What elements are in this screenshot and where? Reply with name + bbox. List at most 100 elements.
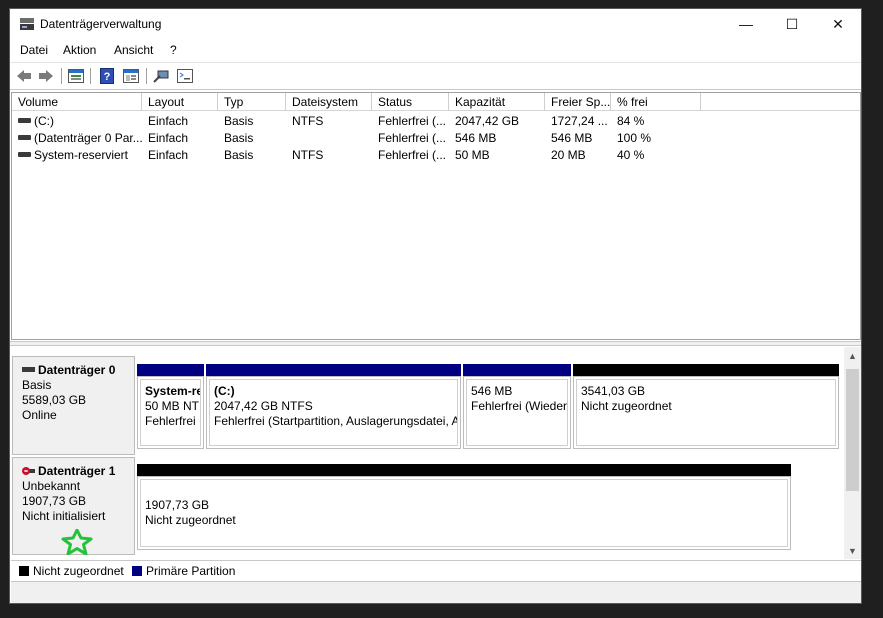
toolbar-separator — [90, 68, 91, 84]
close-button[interactable]: ✕ — [815, 9, 861, 39]
close-icon: ✕ — [832, 15, 844, 32]
volume-cell: (Datenträger 0 Par... — [12, 130, 142, 147]
prozent-frei-cell: 40 % — [617, 148, 645, 162]
connect-button[interactable] — [152, 68, 170, 84]
partition-status: Fehlerfrei (Startpartition, Auslagerungs… — [214, 414, 458, 428]
forward-icon — [39, 70, 53, 82]
disk-0-size: 5589,03 GB — [22, 393, 87, 407]
volume-cell: System-reserviert — [12, 147, 142, 164]
volume-cell: (C:) — [12, 113, 142, 130]
freier-speicher-cell: 20 MB — [551, 148, 586, 162]
column-header-volume[interactable]: Volume — [12, 93, 142, 111]
drive-icon — [18, 135, 31, 140]
typ-cell: Basis — [224, 114, 254, 128]
pane-splitter[interactable] — [10, 341, 861, 346]
disk-0-state: Online — [22, 408, 57, 422]
legend-swatch-primary — [132, 566, 142, 576]
volume-name: (Datenträger 0 Par... — [34, 131, 142, 145]
menu-aktion[interactable]: Aktion — [63, 43, 96, 57]
column-header-dateisystem[interactable]: Dateisystem — [286, 93, 372, 111]
partition-status: Fehlerfrei (Wiederl — [471, 399, 568, 413]
dateisystem-cell — [286, 130, 372, 147]
disk-1-name: Datenträger 1 — [38, 464, 116, 478]
scrollbar-thumb[interactable] — [846, 369, 859, 491]
status-cell: Fehlerfrei (... — [378, 114, 447, 128]
partition-status: Fehlerfrei — [145, 414, 196, 428]
partition-size: 1907,73 GB — [145, 498, 210, 512]
column-header-prozent-frei[interactable]: % frei — [611, 93, 701, 111]
menu-ansicht[interactable]: Ansicht — [114, 43, 153, 57]
disk-1-type: Unbekannt — [22, 479, 81, 493]
column-header-row: Volume Layout Typ Dateisystem Status Kap… — [12, 93, 860, 111]
back-button[interactable] — [15, 68, 33, 84]
table-row[interactable]: (C:) Einfach Basis NTFS Fehlerfrei (... … — [12, 113, 860, 130]
column-header-kapazitaet[interactable]: Kapazität — [449, 93, 545, 111]
properties-button[interactable] — [122, 68, 140, 84]
minimize-button[interactable]: — — [723, 9, 769, 39]
console-button[interactable] — [176, 68, 194, 84]
column-header-layout[interactable]: Layout — [142, 93, 218, 111]
freier-speicher-cell: 546 MB — [551, 131, 593, 145]
drive-icon — [18, 152, 31, 157]
title-bar: Datenträgerverwaltung — ☐ ✕ — [10, 9, 861, 39]
column-header-typ[interactable]: Typ — [218, 93, 286, 111]
disk-view-scrollbar[interactable]: ▲ ▼ — [844, 347, 861, 559]
disk-1-size: 1907,73 GB — [22, 494, 87, 508]
back-icon — [17, 70, 31, 82]
disk-list-button[interactable] — [67, 68, 85, 84]
partition-stripe-unallocated — [573, 364, 839, 376]
disk-0-label[interactable]: Datenträger 0 Basis 5589,03 GB Online — [12, 356, 135, 455]
disk-0-type: Basis — [22, 378, 52, 392]
scroll-up-icon[interactable]: ▲ — [844, 347, 861, 364]
legend-label-unallocated: Nicht zugeordnet — [33, 564, 124, 578]
disk-list-icon — [68, 69, 84, 83]
window-title: Datenträgerverwaltung — [40, 17, 162, 31]
partition-size: 546 MB — [471, 384, 513, 398]
help-button[interactable]: ? — [98, 68, 116, 84]
disk-1-label[interactable]: Datenträger 1 Unbekannt 1907,73 GB Nicht… — [12, 457, 135, 555]
column-header-freier-speicher[interactable]: Freier Sp... — [545, 93, 611, 111]
legend-label-primary: Primäre Partition — [146, 564, 236, 578]
help-icon: ? — [100, 68, 114, 84]
partition-title: System-re — [145, 384, 201, 398]
menu-bar: Datei Aktion Ansicht ? — [10, 40, 861, 60]
table-row[interactable]: System-reserviert Einfach Basis NTFS Feh… — [12, 147, 860, 164]
toolbar-separator — [61, 68, 62, 84]
kapazitaet-cell: 546 MB — [455, 131, 497, 145]
partition-stripe-primary — [137, 364, 204, 376]
disk-graphical-view: Datenträger 0 Basis 5589,03 GB Online Sy… — [11, 347, 861, 559]
partition-recovery[interactable]: 546 MB Fehlerfrei (Wiederl — [463, 376, 571, 449]
partition-stripe-primary — [206, 364, 461, 376]
legend-bar: Nicht zugeordnet Primäre Partition — [11, 560, 861, 580]
console-icon — [177, 69, 193, 83]
partition-c-drive[interactable]: (C:) 2047,42 GB NTFS Fehlerfrei (Startpa… — [206, 376, 461, 449]
scroll-down-icon[interactable]: ▼ — [844, 542, 861, 559]
partition-unallocated-disk0[interactable]: 3541,03 GB Nicht zugeordnet — [573, 376, 839, 449]
disk-1-state: Nicht initialisiert — [22, 509, 106, 523]
svg-text:?: ? — [104, 71, 111, 83]
partition-unallocated-disk1[interactable]: 1907,73 GB Nicht zugeordnet — [137, 476, 791, 550]
properties-icon — [123, 69, 139, 83]
disk-management-icon — [20, 18, 34, 30]
disk-icon — [22, 367, 35, 372]
maximize-icon: ☐ — [785, 15, 799, 32]
volume-name: System-reserviert — [34, 148, 129, 162]
partition-title: (C:) — [214, 384, 235, 398]
toolbar-separator — [146, 68, 147, 84]
layout-cell: Einfach — [148, 114, 189, 128]
partition-system-reserved[interactable]: System-re 50 MB NTI Fehlerfrei — [137, 376, 204, 449]
disk-0-name: Datenträger 0 — [38, 363, 116, 377]
partition-size: 2047,42 GB NTFS — [214, 399, 313, 413]
partition-size: 3541,03 GB — [581, 384, 646, 398]
status-cell: Fehlerfrei (... — [378, 148, 447, 162]
legend-swatch-unallocated — [19, 566, 29, 576]
menu-datei[interactable]: Datei — [20, 43, 48, 57]
partition-stripe-primary — [463, 364, 571, 376]
maximize-button[interactable]: ☐ — [769, 9, 815, 39]
forward-button[interactable] — [37, 68, 55, 84]
menu-help[interactable]: ? — [170, 43, 177, 57]
table-row[interactable]: (Datenträger 0 Par... Einfach Basis Fehl… — [12, 130, 860, 147]
typ-cell: Basis — [224, 131, 254, 145]
layout-cell: Einfach — [148, 148, 189, 162]
column-header-status[interactable]: Status — [372, 93, 449, 111]
